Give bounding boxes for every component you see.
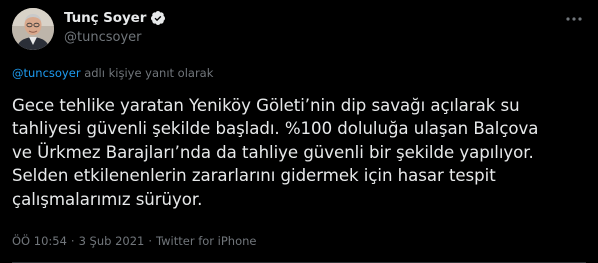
tweet-date[interactable]: 3 Şub 2021 [79,234,145,248]
tweet-source[interactable]: Twitter for iPhone [156,234,257,248]
reply-context-suffix: adlı kişiye yanıt olarak [80,66,214,80]
reply-mention-link[interactable]: @tuncsoyer [12,66,81,80]
profile-photo-icon [12,8,54,50]
author-name-row: Tunç Soyer [64,9,166,27]
meta-separator: · [148,234,153,248]
author-display-name[interactable]: Tunç Soyer [64,10,146,26]
tweet-text: Gece tehlike yaratan Yeniköy Göleti’nin … [12,96,539,209]
tweet-time[interactable]: ÖÖ 10:54 [12,234,67,248]
more-dots-icon [566,17,582,21]
tweet-meta: ÖÖ 10:54 · 3 Şub 2021 · Twitter for iPho… [12,234,257,248]
avatar[interactable] [12,8,54,50]
author-handle[interactable]: @tuncsoyer [64,30,142,45]
more-options-button[interactable] [562,10,586,28]
verified-badge-icon [150,10,166,26]
reply-context: @tuncsoyer adlı kişiye yanıt olarak [12,66,213,80]
meta-separator: · [70,234,75,248]
tweet-card: Tunç Soyer @tuncsoyer @tuncsoyer adlı ki… [0,0,598,263]
